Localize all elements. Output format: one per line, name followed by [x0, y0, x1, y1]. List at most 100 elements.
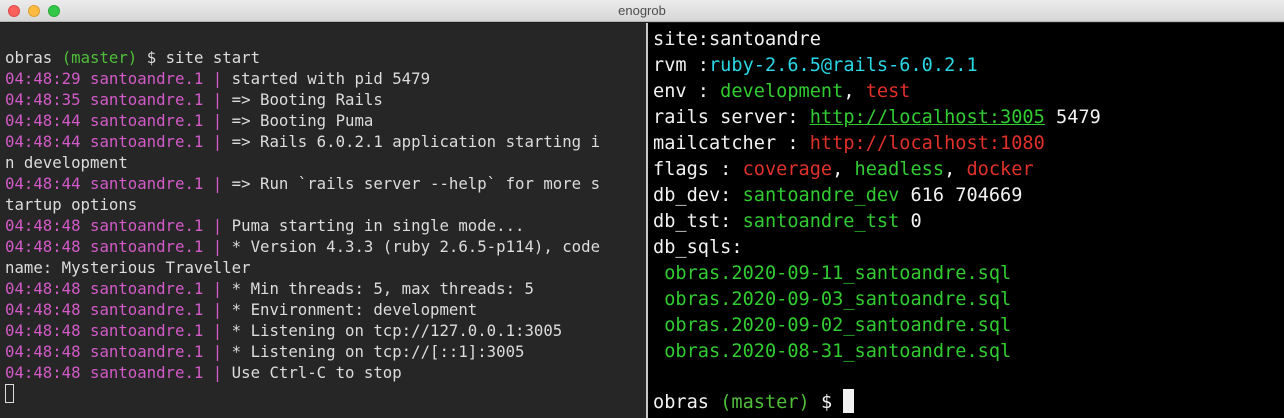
log-message: => Run `rails server --help` for more s	[222, 174, 601, 193]
log-timestamp: 04:48:48 santoandre.1 |	[5, 342, 223, 361]
mailcatcher-label: mailcatcher :	[653, 133, 810, 154]
log-line: n development	[5, 152, 646, 173]
mailcatcher-link[interactable]: http://localhost:1080	[810, 133, 1045, 154]
log-line: 04:48:48 santoandre.1 | * Version 4.3.3 …	[5, 236, 646, 257]
terminal-cursor[interactable]	[5, 384, 14, 403]
env-label: env :	[653, 81, 721, 102]
db-dev-label: db_dev:	[653, 185, 743, 206]
title-bar[interactable]: enogrob	[0, 0, 1284, 22]
mailcatcher-line: mailcatcher : http://localhost:1080	[653, 131, 1284, 157]
log-message: n development	[5, 153, 128, 172]
log-message: * Version 4.3.3 (ruby 2.6.5-p114), code	[222, 237, 601, 256]
log-message: => Booting Rails	[222, 90, 383, 109]
right-prompt-line: obras (master) $	[653, 389, 855, 415]
db-dev-line: db_dev: santoandre_dev 616 704669	[653, 183, 1284, 209]
log-line: 04:48:29 santoandre.1 | started with pid…	[5, 68, 646, 89]
log-line: 04:48:48 santoandre.1 | Puma starting in…	[5, 215, 646, 236]
log-line: 04:48:35 santoandre.1 | => Booting Rails	[5, 89, 646, 110]
log-timestamp: 04:48:48 santoandre.1 |	[5, 279, 223, 298]
rails-server-link[interactable]: http://localhost:3005	[810, 107, 1045, 128]
rvm-line: rvm :ruby-2.6.5@rails-6.0.2.1	[653, 53, 1284, 79]
log-line: tartup options	[5, 194, 646, 215]
prompt-symbol: $	[146, 48, 157, 67]
db-sqls-line: db_sqls:	[653, 235, 1284, 261]
sql-file-item: obras.2020-09-11_santoandre.sql	[653, 261, 1284, 287]
flags-line: flags : coverage, headless, docker	[653, 157, 1284, 183]
log-message: started with pid 5479	[222, 69, 431, 88]
log-message: => Booting Puma	[222, 111, 374, 130]
flag-headless: headless	[854, 159, 945, 180]
log-timestamp: 04:48:48 santoandre.1 |	[5, 321, 223, 340]
log-line: 04:48:48 santoandre.1 | * Min threads: 5…	[5, 278, 646, 299]
window-title: enogrob	[618, 3, 666, 18]
log-line: 04:48:48 santoandre.1 | * Environment: d…	[5, 299, 646, 320]
sql-file-name: obras.2020-09-11_santoandre.sql	[664, 263, 1012, 284]
log-timestamp: 04:48:44 santoandre.1 |	[5, 132, 223, 151]
log-line: 04:48:44 santoandre.1 | => Run `rails se…	[5, 173, 646, 194]
log-timestamp: 04:48:35 santoandre.1 |	[5, 90, 223, 109]
log-line: name: Mysterious Traveller	[5, 257, 646, 278]
site-label: site:	[653, 29, 709, 50]
env-separator: ,	[843, 81, 866, 102]
db-tst-label: db_tst:	[653, 211, 743, 232]
flag-separator: ,	[832, 159, 855, 180]
flags-label: flags :	[653, 159, 743, 180]
log-timestamp: 04:48:48 santoandre.1 |	[5, 363, 223, 382]
sql-file-item: obras.2020-09-03_santoandre.sql	[653, 287, 1284, 313]
log-timestamp: 04:48:44 santoandre.1 |	[5, 111, 223, 130]
db-tst-line: db_tst: santoandre_tst 0	[653, 209, 1284, 235]
log-timestamp: 04:48:48 santoandre.1 |	[5, 300, 223, 319]
db-sqls-label: db_sqls:	[653, 237, 743, 258]
log-line: 04:48:44 santoandre.1 | => Rails 6.0.2.1…	[5, 131, 646, 152]
db-tst-info: 0	[899, 211, 922, 232]
log-message: * Environment: development	[222, 300, 478, 319]
log-message: * Listening on tcp://127.0.0.1:3005	[222, 321, 563, 340]
terminal-cursor[interactable]	[843, 389, 855, 413]
prompt-branch: (master)	[61, 48, 138, 67]
sql-file-item: obras.2020-08-31_santoandre.sql	[653, 339, 1284, 365]
left-terminal-pane[interactable]: obras (master) $ site start 04:48:29 san…	[0, 23, 646, 418]
flag-docker: docker	[966, 159, 1034, 180]
prompt-branch: (master)	[720, 392, 810, 413]
env-active: development	[720, 81, 844, 102]
sql-file-name: obras.2020-08-31_santoandre.sql	[664, 341, 1012, 362]
log-timestamp: 04:48:44 santoandre.1 |	[5, 174, 223, 193]
log-message: Puma starting in single mode...	[222, 216, 525, 235]
flag-separator: ,	[944, 159, 967, 180]
db-dev-name: santoandre_dev	[742, 185, 900, 206]
db-dev-info: 616 704669	[899, 185, 1023, 206]
prompt-dir: obras	[5, 48, 53, 67]
env-other: test	[865, 81, 911, 102]
sql-file-item: obras.2020-09-02_santoandre.sql	[653, 313, 1284, 339]
rvm-value: ruby-2.6.5@rails-6.0.2.1	[708, 55, 978, 76]
log-timestamp: 04:48:48 santoandre.1 |	[5, 237, 223, 256]
log-message: name: Mysterious Traveller	[5, 258, 251, 277]
db-tst-name: santoandre_tst	[742, 211, 900, 232]
log-message: tartup options	[5, 195, 138, 214]
cursor-line	[5, 383, 646, 404]
log-message: * Min threads: 5, max threads: 5	[222, 279, 534, 298]
log-line: 04:48:48 santoandre.1 | * Listening on t…	[5, 341, 646, 362]
site-value: santoandre	[708, 29, 821, 50]
log-message: * Listening on tcp://[::1]:3005	[222, 342, 525, 361]
log-line: 04:48:48 santoandre.1 | * Listening on t…	[5, 320, 646, 341]
log-line: 04:48:48 santoandre.1 | Use Ctrl-C to st…	[5, 362, 646, 383]
log-timestamp: 04:48:48 santoandre.1 |	[5, 216, 223, 235]
right-terminal-pane[interactable]: site:santoandre rvm :ruby-2.6.5@rails-6.…	[648, 23, 1284, 418]
flag-coverage: coverage	[742, 159, 833, 180]
terminal-window: enogrob obras (master) $ site start 04:4…	[0, 0, 1284, 418]
log-output: 04:48:29 santoandre.1 | started with pid…	[5, 68, 646, 383]
prompt-symbol: $	[820, 392, 833, 413]
command-line: obras (master) $ site start	[5, 47, 646, 68]
log-message: Use Ctrl-C to stop	[222, 363, 402, 382]
rvm-label: rvm :	[653, 55, 709, 76]
log-line: 04:48:44 santoandre.1 | => Booting Puma	[5, 110, 646, 131]
sql-file-name: obras.2020-09-02_santoandre.sql	[664, 315, 1012, 336]
log-timestamp: 04:48:29 santoandre.1 |	[5, 69, 223, 88]
env-line: env : development, test	[653, 79, 1284, 105]
rails-server-label: rails server:	[653, 107, 810, 128]
rails-server-pid: 5479	[1044, 107, 1101, 128]
site-line: site:santoandre	[653, 27, 1284, 53]
prompt-dir: obras	[653, 392, 709, 413]
sql-file-name: obras.2020-09-03_santoandre.sql	[664, 289, 1012, 310]
